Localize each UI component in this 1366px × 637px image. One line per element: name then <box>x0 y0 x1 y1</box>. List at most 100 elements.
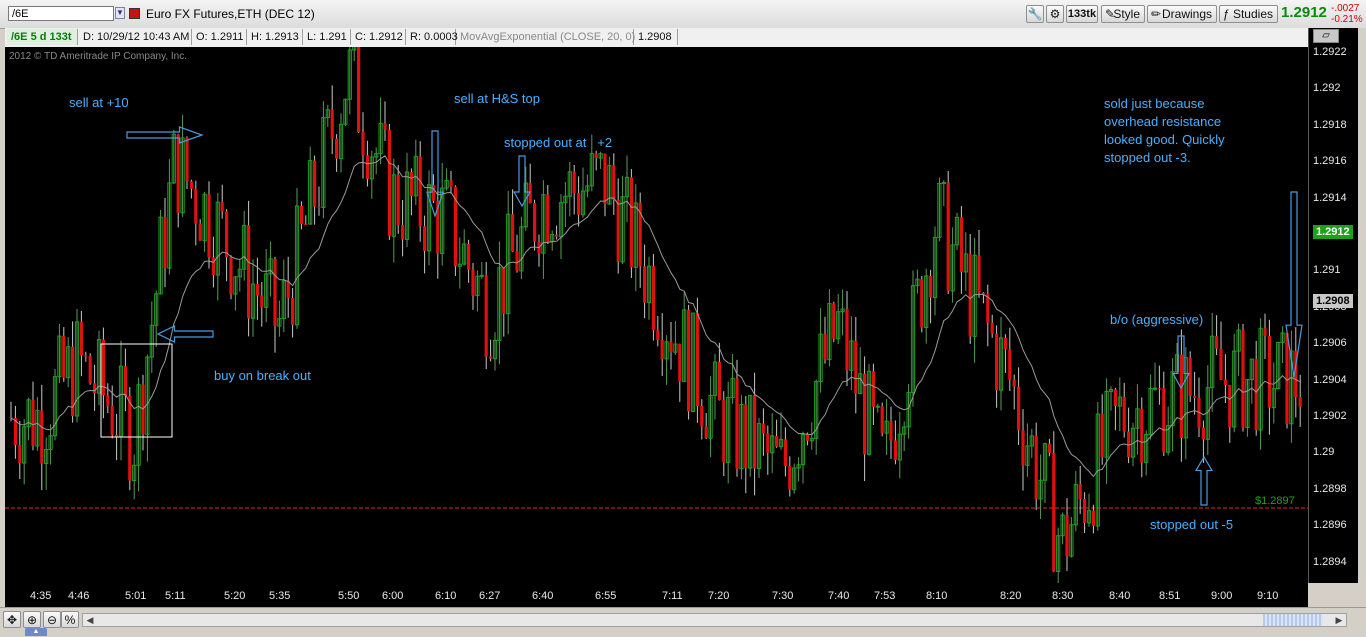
studies-label: Studies <box>1232 7 1273 21</box>
vertical-scrollbar[interactable] <box>1358 28 1366 607</box>
candle <box>766 425 770 475</box>
candle <box>580 167 586 218</box>
candle <box>827 289 832 367</box>
bottom-toolbar: ✥ ⊕ ⊖ % ◀ ▶ ▲ <box>0 607 1366 637</box>
candle <box>457 237 462 289</box>
time-tick-label: 7:53 <box>874 590 896 602</box>
price-tick-label: 1.2914 <box>1313 191 1347 204</box>
candle <box>22 418 27 485</box>
candle <box>1140 397 1144 478</box>
pan-icon[interactable]: ✥ <box>3 611 21 628</box>
scroll-left-icon[interactable]: ◀ <box>83 614 97 626</box>
candle <box>387 123 391 240</box>
time-tick-label: 8:10 <box>926 590 948 602</box>
price-tick-label: 1.291 <box>1313 264 1341 277</box>
candle <box>343 98 348 126</box>
candle <box>558 194 564 259</box>
percent-scale-icon[interactable]: % <box>61 611 79 628</box>
axis-settings-icon[interactable]: ▱ <box>1313 29 1339 43</box>
studies-button[interactable]: ƒ Studies <box>1219 5 1278 23</box>
ticks-button[interactable]: 133tk <box>1066 5 1098 23</box>
stopped-out-arrow-icon[interactable] <box>1194 455 1214 506</box>
candle <box>250 259 256 337</box>
candle <box>863 356 867 482</box>
time-tick-label: 4:46 <box>68 590 90 602</box>
price-tick-label: 1.2898 <box>1313 482 1347 495</box>
candle <box>1219 321 1223 381</box>
study-name[interactable]: MovAvgExponential (CLOSE, 20, 0) <box>456 29 635 45</box>
price-axis[interactable]: ▱ 1.2922 1.292 1.2918 1.2916 1.2914 1.2912 1.2… <box>1308 28 1359 583</box>
candle <box>972 237 977 363</box>
chart-id[interactable]: /6E 5 d 133t <box>7 29 78 45</box>
candle <box>1135 384 1140 455</box>
scroll-thumb[interactable] <box>1263 614 1323 626</box>
symbol-dropdown-arrow-icon[interactable]: ▼ <box>115 7 125 19</box>
scroll-right-icon[interactable]: ▶ <box>1332 614 1346 626</box>
annotation-sell-at-10: sell at +10 <box>69 95 129 110</box>
symbol-input[interactable]: /6E <box>8 6 114 21</box>
net-change: -.0027 <box>1331 3 1360 14</box>
price-tick-label: 1.2906 <box>1313 337 1347 350</box>
time-tick-label: 9:10 <box>1257 590 1279 602</box>
candle <box>678 343 682 402</box>
candle <box>638 192 642 288</box>
candle <box>1276 341 1281 390</box>
candle <box>1078 465 1082 514</box>
candle <box>426 170 432 266</box>
time-tick-label: 5:35 <box>269 590 291 602</box>
candle <box>624 155 630 223</box>
candle <box>946 171 950 295</box>
candle <box>849 316 854 391</box>
candle <box>440 162 445 266</box>
candle <box>1249 358 1254 404</box>
horizontal-scrollbar[interactable]: ◀ ▶ <box>82 613 1347 627</box>
buy-arrow-icon[interactable] <box>156 325 214 343</box>
candle <box>101 327 105 419</box>
candle <box>920 275 924 333</box>
candle <box>941 180 946 207</box>
price-tick-label: 1.2896 <box>1313 519 1347 532</box>
candle <box>577 176 581 227</box>
candle <box>660 313 664 376</box>
open-value: O: 1.2911 <box>192 29 247 45</box>
collapse-icon[interactable]: ▲ <box>25 628 47 636</box>
candle <box>154 290 159 347</box>
sell-arrow-icon[interactable] <box>126 126 204 144</box>
candle <box>889 406 893 459</box>
candle <box>1104 378 1109 484</box>
candle <box>352 47 357 62</box>
style-button[interactable]: ✎ Style <box>1101 5 1145 23</box>
drawings-button[interactable]: ✏ Drawings <box>1147 5 1217 23</box>
candle <box>383 101 387 141</box>
candle <box>924 268 929 344</box>
candle <box>141 374 145 451</box>
candle <box>220 184 224 219</box>
candle <box>744 396 748 494</box>
settings-icon[interactable]: ⚙ <box>1046 5 1064 23</box>
zoom-in-icon[interactable]: ⊕ <box>23 611 41 628</box>
candle <box>533 199 537 251</box>
candle <box>866 364 872 456</box>
candle <box>1298 374 1302 427</box>
zoom-out-icon[interactable]: ⊖ <box>43 611 61 628</box>
time-tick-label: 6:27 <box>479 590 501 602</box>
candle <box>1245 379 1250 437</box>
tools-wrench-icon[interactable]: 🔧 <box>1026 5 1044 23</box>
candle <box>132 454 137 500</box>
candle <box>1069 517 1074 558</box>
candle <box>317 186 321 216</box>
candle <box>52 369 58 441</box>
price-tick-label: 1.2902 <box>1313 410 1347 422</box>
color-link-icon[interactable] <box>129 8 140 19</box>
candle <box>215 192 220 301</box>
candle <box>26 397 31 441</box>
last-price-tag: 1.2912 <box>1313 225 1353 239</box>
annotation-buy-breakout: buy on break out <box>214 368 311 383</box>
candle <box>247 200 251 337</box>
candle <box>783 427 787 477</box>
candle <box>1029 428 1034 459</box>
time-tick-label: 7:40 <box>828 590 850 602</box>
time-tick-label: 8:30 <box>1052 590 1074 602</box>
candle <box>673 321 678 355</box>
time-tick-label: 6:55 <box>595 590 617 602</box>
